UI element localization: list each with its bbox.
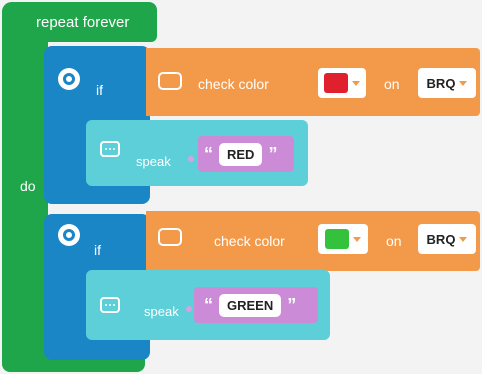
check-color-label: check color xyxy=(198,76,269,92)
text-value-field[interactable]: RED xyxy=(219,142,263,166)
chevron-down-icon xyxy=(459,236,468,242)
repeat-forever-label: repeat forever xyxy=(36,14,130,31)
open-quote: “ xyxy=(204,294,213,315)
chevron-down-icon xyxy=(353,236,361,242)
gear-icon[interactable] xyxy=(58,68,80,90)
sensor-dropdown[interactable]: BRQ xyxy=(418,68,476,98)
gear-icon[interactable] xyxy=(58,224,80,246)
color-sensor-icon xyxy=(158,228,182,246)
speak-label: speak xyxy=(144,304,179,319)
on-label: on xyxy=(386,233,402,249)
if-label: if xyxy=(94,242,101,258)
color-dropdown[interactable] xyxy=(318,68,366,98)
close-quote: ” xyxy=(268,143,278,164)
text-literal-block[interactable]: “ GREEN ” xyxy=(194,287,318,323)
sensor-value: BRQ xyxy=(426,231,456,247)
do-label: do xyxy=(20,178,36,194)
close-quote: ” xyxy=(287,294,297,315)
text-value-field[interactable]: GREEN xyxy=(219,293,282,317)
sensor-dropdown[interactable]: BRQ xyxy=(418,224,476,254)
chat-bubble-icon xyxy=(100,297,120,313)
chevron-down-icon xyxy=(459,80,468,86)
input-connector xyxy=(188,156,194,162)
sensor-value: BRQ xyxy=(426,75,456,91)
input-connector xyxy=(186,306,192,312)
color-swatch xyxy=(325,229,349,249)
open-quote: “ xyxy=(204,143,213,164)
if-label: if xyxy=(96,82,103,98)
color-dropdown[interactable] xyxy=(318,224,368,254)
check-color-label: check color xyxy=(214,233,285,249)
chat-bubble-icon xyxy=(100,141,120,157)
color-swatch xyxy=(324,73,348,93)
on-label: on xyxy=(384,76,400,92)
chevron-down-icon xyxy=(352,80,360,86)
color-sensor-icon xyxy=(158,72,182,90)
text-literal-block[interactable]: “ RED ” xyxy=(198,136,294,172)
speak-label: speak xyxy=(136,154,171,169)
